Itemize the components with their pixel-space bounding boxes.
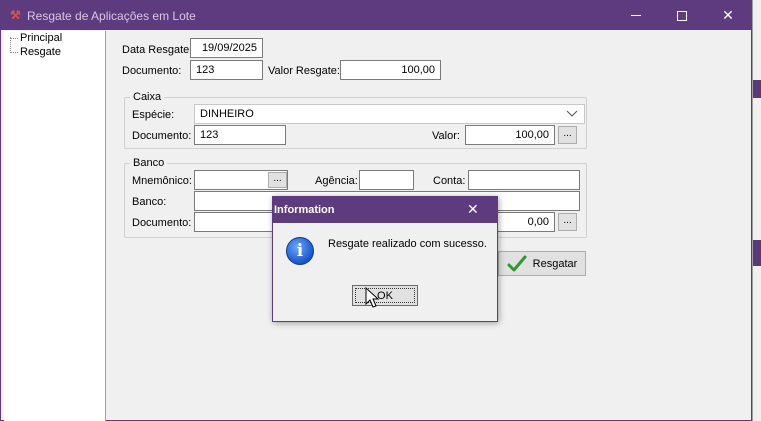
- information-dialog: Information ✕ i Resgate realizado com su…: [272, 196, 498, 322]
- close-icon: ✕: [722, 7, 734, 23]
- valor-resgate-field[interactable]: 100,00: [340, 60, 441, 80]
- chevron-down-icon: [566, 110, 578, 117]
- information-icon: i: [286, 237, 314, 265]
- app-icon: ⚒: [10, 8, 21, 22]
- banco-documento-label: Documento:: [132, 217, 192, 229]
- conta-label: Conta:: [433, 175, 466, 187]
- data-resgate-label: Data Resgate:: [122, 44, 193, 56]
- caixa-valor-field[interactable]: 100,00: [465, 125, 555, 145]
- mouse-pointer-icon: [365, 287, 379, 308]
- minimize-icon: [631, 15, 641, 16]
- documento-label: Documento:: [122, 65, 182, 77]
- dialog-titlebar[interactable]: Information ✕: [273, 197, 497, 223]
- banco-valor-lookup-button[interactable]: ...: [558, 213, 577, 231]
- checkmark-icon: [507, 255, 527, 271]
- resgatar-label: Resgatar: [532, 257, 578, 270]
- maximize-icon: [677, 10, 687, 21]
- dialog-close-icon[interactable]: ✕: [467, 201, 479, 218]
- data-resgate-field[interactable]: 19/09/2025: [190, 38, 263, 58]
- background-stripe: [753, 80, 761, 98]
- resgatar-button[interactable]: Resgatar: [498, 251, 586, 276]
- especie-select[interactable]: DINHEIRO: [194, 104, 585, 124]
- banco-label: Banco:: [132, 196, 167, 208]
- dialog-message: Resgate realizado com sucesso.: [328, 238, 487, 250]
- documento-field[interactable]: 123: [190, 60, 263, 80]
- caixa-documento-field[interactable]: 123: [194, 125, 286, 145]
- background-stripe: [753, 240, 761, 266]
- maximize-button[interactable]: [659, 1, 705, 30]
- mnemonico-lookup-button[interactable]: ...: [268, 172, 287, 188]
- minimize-button[interactable]: [613, 1, 659, 30]
- tree-item-principal[interactable]: Principal: [10, 32, 62, 45]
- especie-label: Espécie:: [132, 109, 175, 121]
- conta-field[interactable]: [468, 170, 580, 190]
- valor-resgate-label: Valor Resgate:: [268, 65, 340, 77]
- close-button[interactable]: ✕: [705, 1, 751, 30]
- caixa-valor-lookup-button[interactable]: ...: [558, 126, 577, 144]
- caixa-valor-label: Valor:: [432, 130, 460, 142]
- window-titlebar[interactable]: ⚒ Resgate de Aplicações em Lote ✕: [1, 1, 751, 30]
- mnemonico-label: Mnemônico:: [132, 175, 192, 187]
- especie-value: DINHEIRO: [200, 108, 254, 120]
- navigation-tree: Principal Resgate: [4, 31, 106, 421]
- background-app-right-edge: [752, 0, 761, 421]
- agencia-field[interactable]: [359, 170, 414, 190]
- caixa-documento-label: Documento:: [132, 130, 192, 142]
- banco-group-title: Banco: [130, 157, 168, 169]
- tree-item-resgate[interactable]: Resgate: [10, 46, 61, 59]
- ok-button[interactable]: OK: [352, 285, 418, 306]
- agencia-label: Agência:: [315, 175, 358, 187]
- window-title: Resgate de Aplicações em Lote: [27, 9, 196, 23]
- caixa-group-title: Caixa: [130, 91, 165, 103]
- ok-label: OK: [377, 289, 393, 302]
- dialog-title: Information: [274, 204, 335, 216]
